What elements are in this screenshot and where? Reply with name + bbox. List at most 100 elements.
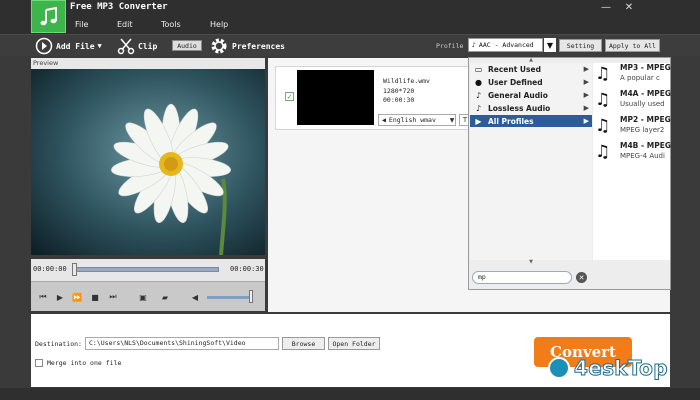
watermark: 4eskTop — [548, 354, 676, 382]
stop-icon[interactable]: ■ — [89, 291, 101, 303]
play-icon[interactable]: ▶ — [54, 291, 66, 303]
music-note-icon: ♪ — [475, 90, 482, 100]
chevron-right-icon: ▶ — [583, 117, 589, 125]
preview-header: Preview — [31, 58, 265, 69]
category-recent-used[interactable]: ▭ Recent Used ▶ — [470, 63, 592, 75]
add-file-icon — [35, 37, 53, 55]
profile-label: Profile — [436, 42, 464, 50]
category-general-audio[interactable]: ♪ General Audio ▶ — [470, 89, 592, 101]
playback-controls: ⏮ ▶ ⏩ ■ ⏭ ▣ ▰ ◀ — [31, 281, 265, 311]
chevron-down-icon: ▼ — [97, 42, 102, 50]
format-desc: MPEG layer2 — [620, 126, 665, 134]
music-note-icon: ♫ — [595, 90, 611, 110]
gear-icon — [211, 38, 227, 54]
music-note-icon: ♫ — [595, 142, 611, 162]
chevron-right-icon: ▶ — [583, 91, 589, 99]
add-file-button[interactable]: Add File ▼ — [35, 37, 102, 55]
menu-file[interactable]: File — [75, 20, 88, 29]
setting-button[interactable]: Setting — [559, 39, 602, 52]
speaker-icon: ◀ — [382, 116, 386, 124]
clip-button[interactable]: Clip — [117, 37, 157, 55]
time-total: 00:00:30 — [230, 265, 264, 273]
status-bar — [0, 388, 700, 400]
document-icon: ▭ — [474, 64, 483, 74]
profile-dropdown-arrow[interactable]: ▼ — [544, 38, 556, 52]
scissors-icon — [117, 38, 135, 55]
volume-slider[interactable] — [207, 296, 253, 299]
file-checkbox[interactable]: ✓ — [285, 92, 294, 101]
open-folder-button[interactable]: Open Folder — [328, 337, 380, 350]
minimize-button[interactable]: — — [596, 0, 616, 14]
music-note-icon: ♪ — [475, 103, 482, 113]
profile-value: AAC - Advanced — [478, 41, 534, 49]
clip-label: Clip — [138, 41, 158, 51]
seek-handle[interactable] — [72, 263, 77, 276]
seek-bar-area: 00:00:00 00:00:30 — [31, 259, 265, 281]
daisy-image — [31, 69, 265, 255]
fast-forward-icon[interactable]: ⏩ — [71, 291, 83, 303]
user-icon: ● — [475, 77, 482, 87]
audio-button[interactable]: Audio — [172, 40, 202, 51]
file-thumbnail — [297, 70, 374, 125]
volume-handle[interactable] — [249, 290, 253, 303]
format-item-m4b[interactable]: ♫ M4B - MPEG MPEG-4 Audi — [593, 141, 673, 165]
category-label: General Audio — [488, 90, 548, 100]
title-bar: Free MP3 Converter File Edit Tools Help … — [0, 0, 700, 34]
time-current: 00:00:00 — [33, 265, 67, 273]
category-user-defined[interactable]: ● User Defined ▶ — [470, 76, 592, 88]
audio-track-value: English wmav — [388, 116, 436, 124]
chevron-right-icon: ▶ — [583, 104, 589, 112]
skip-forward-icon[interactable]: ⏭ — [107, 291, 119, 303]
audio-track-select[interactable]: ◀ English wmav — [378, 114, 456, 126]
music-note-icon — [40, 6, 57, 25]
format-item-m4a[interactable]: ♫ M4A - MPEG Usually used — [593, 89, 673, 113]
watermark-text: 4eskTop — [574, 356, 669, 381]
menu-help[interactable]: Help — [210, 20, 228, 29]
format-item-mp2[interactable]: ♫ MP2 - MPEG MPEG layer2 — [593, 115, 673, 139]
chevron-down-icon[interactable]: ▼ — [447, 114, 457, 126]
preferences-label: Preferences — [232, 41, 285, 51]
browse-button[interactable]: Browse — [282, 337, 325, 350]
menu-edit[interactable]: Edit — [117, 20, 133, 29]
music-note-icon: ♫ — [595, 64, 611, 84]
preferences-button[interactable]: Preferences — [209, 37, 285, 55]
category-label: User Defined — [488, 77, 543, 87]
category-label: Recent Used — [488, 64, 541, 74]
format-item-mp3[interactable]: ♫ MP3 - MPEG A popular c — [593, 63, 673, 87]
menu-tools[interactable]: Tools — [161, 20, 181, 29]
music-note-icon: ♫ — [595, 116, 611, 136]
snapshot-icon[interactable]: ▣ — [137, 291, 149, 303]
apply-to-all-button[interactable]: Apply to All — [605, 39, 660, 52]
app-logo — [31, 0, 66, 33]
format-name: M4A - MPEG — [620, 89, 672, 98]
category-label: Lossless Audio — [488, 103, 551, 113]
chevron-right-icon: ▶ — [583, 78, 589, 86]
play-icon: ▶ — [475, 116, 482, 126]
destination-label: Destination: — [35, 340, 82, 348]
seek-bar[interactable] — [74, 267, 219, 272]
file-duration: 00:00:30 — [383, 96, 415, 104]
destination-input[interactable]: C:\Users\NLS\Documents\ShiningSoft\Video — [85, 337, 279, 350]
profile-search-input[interactable]: mp — [472, 271, 572, 284]
watermark-logo-icon — [548, 357, 570, 379]
format-desc: Usually used — [620, 100, 665, 108]
merge-checkbox[interactable] — [35, 359, 43, 367]
close-button[interactable]: ✕ — [619, 0, 639, 14]
category-all-profiles[interactable]: ▶ All Profiles ▶ — [470, 115, 592, 127]
category-label: All Profiles — [488, 116, 534, 126]
skip-back-icon[interactable]: ⏮ — [37, 291, 49, 303]
file-name: Wildlife.wmv — [383, 77, 430, 85]
preview-image — [31, 69, 265, 255]
music-note-icon: ♪ — [472, 41, 476, 49]
scroll-down-icon[interactable]: ▼ — [470, 258, 592, 266]
format-desc: A popular c — [620, 74, 660, 82]
clear-search-icon[interactable]: ✕ — [576, 272, 587, 283]
toolbar: Add File ▼ Clip Audio Preferences Profil… — [0, 34, 700, 56]
folder-icon[interactable]: ▰ — [159, 291, 171, 303]
category-lossless-audio[interactable]: ♪ Lossless Audio ▶ — [470, 102, 592, 114]
profile-select[interactable]: ♪ AAC - Advanced — [468, 38, 543, 52]
format-name: M4B - MPEG — [620, 141, 671, 150]
volume-icon[interactable]: ◀ — [189, 291, 201, 303]
app-title: Free MP3 Converter — [70, 2, 168, 12]
file-resolution: 1280*720 — [383, 87, 415, 95]
